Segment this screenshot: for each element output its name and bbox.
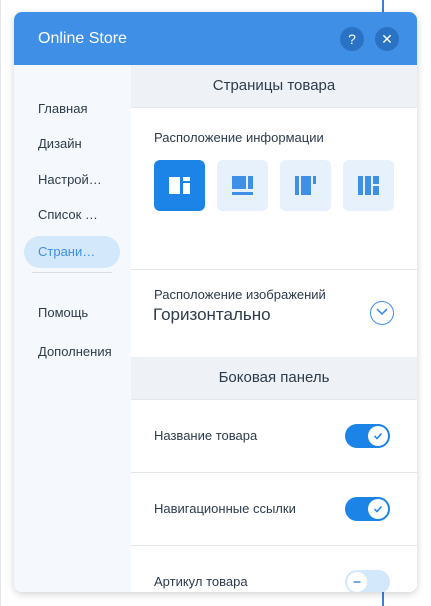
sidebar-item-help[interactable]: Помощь — [38, 305, 88, 320]
sidebar-item-settings[interactable]: Настрой… — [38, 172, 102, 187]
sidebar-item-product-list[interactable]: Список … — [38, 207, 98, 222]
image-layout-label: Расположение изображений — [154, 287, 326, 302]
check-icon — [373, 505, 383, 513]
sku-toggle[interactable] — [345, 570, 390, 592]
help-button[interactable]: ? — [340, 27, 364, 51]
info-layout-option-4[interactable] — [343, 160, 394, 211]
divider — [131, 545, 417, 546]
image-layout-dropdown[interactable]: Горизонтально — [153, 305, 271, 325]
info-layout-option-1[interactable] — [154, 160, 205, 211]
toggle-label-sku: Артикул товара — [154, 574, 248, 589]
divider — [131, 269, 417, 270]
info-layout-option-2[interactable] — [217, 160, 268, 211]
main-content: Страницы товара Расположение информации — [131, 65, 417, 592]
info-left-layout-icon — [169, 177, 190, 194]
sidebar-item-addons[interactable]: Дополнения — [38, 344, 112, 359]
sidebar: Главная Дизайн Настрой… Список … Страни…… — [14, 65, 131, 592]
image-layout-dropdown-button[interactable] — [370, 301, 394, 325]
toggle-knob — [347, 572, 367, 592]
breadcrumbs-toggle[interactable] — [345, 497, 390, 521]
sidebar-item-main[interactable]: Главная — [38, 101, 87, 116]
panel-header: Online Store ? ✕ — [14, 12, 417, 65]
check-icon — [373, 432, 383, 440]
toggle-knob — [368, 499, 388, 519]
close-button[interactable]: ✕ — [375, 27, 399, 51]
info-columns-layout-icon — [358, 176, 379, 195]
settings-panel: Online Store ? ✕ Главная Дизайн Настрой…… — [14, 12, 417, 592]
minus-icon — [353, 581, 361, 583]
section-title-product-pages: Страницы товара — [131, 65, 417, 108]
product-name-toggle[interactable] — [345, 424, 390, 448]
sidebar-item-design[interactable]: Дизайн — [38, 136, 82, 151]
info-layout-option-3[interactable] — [280, 160, 331, 211]
info-top-layout-icon — [232, 176, 253, 195]
sidebar-divider — [32, 272, 112, 273]
toggle-label-product-name: Название товара — [154, 428, 258, 443]
divider — [131, 472, 417, 473]
sidebar-item-pages[interactable]: Страни… — [24, 236, 120, 268]
section-title-sidebar: Боковая панель — [131, 357, 417, 400]
chevron-down-icon — [376, 308, 388, 316]
toggle-label-breadcrumbs: Навигационные ссылки — [154, 501, 296, 516]
toggle-knob — [368, 426, 388, 446]
info-center-layout-icon — [295, 176, 316, 195]
panel-title: Online Store — [38, 30, 127, 47]
background-divider — [0, 0, 1, 606]
info-layout-label: Расположение информации — [154, 130, 324, 145]
